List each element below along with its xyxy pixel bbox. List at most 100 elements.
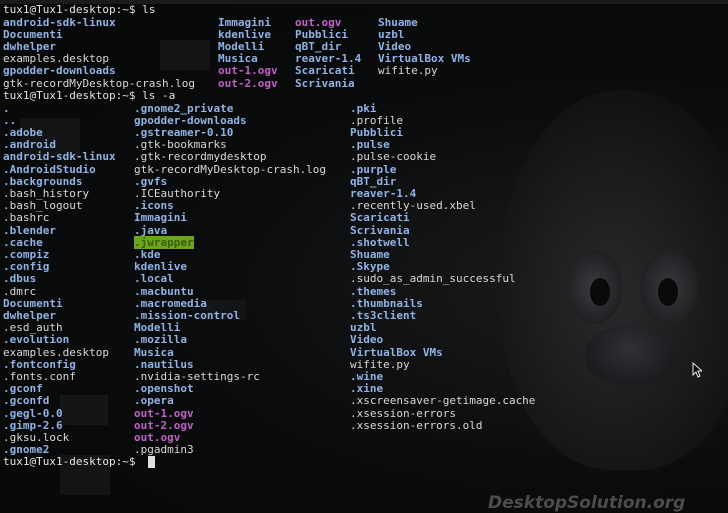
listing-entry: .gtk-bookmarks [134, 138, 227, 152]
listing-entry: .xsession-errors.old [350, 418, 483, 432]
listing-row: gtk-recordMyDesktop-crash.log [3, 76, 196, 90]
listing-entry: .ICEauthority [134, 186, 221, 200]
listing-entry: out-1.ogv [134, 406, 194, 420]
listing-entry: .android [3, 138, 56, 152]
listing-entry: kdenlive [218, 27, 271, 41]
listing-entry: .opera [134, 394, 174, 408]
listing-entry: .jwrapper [134, 235, 194, 249]
listing-entry: .gvfs [134, 174, 168, 188]
listing-entry: .backgrounds [3, 174, 83, 188]
listing-entry: .shotwell [350, 235, 410, 249]
prompt: tux1@Tux1-desktop:~$ [3, 3, 143, 16]
command: ls -a [142, 89, 176, 102]
listing-entry: VirtualBox VMs [378, 52, 471, 66]
listing-entry: reaver-1.4 [350, 186, 417, 200]
terminal-output[interactable]: tux1@Tux1-desktop:~$ ls android-sdk-linu… [0, 0, 728, 513]
listing-row: out-2.ogv [218, 76, 278, 90]
listing-entry: Scrivania [295, 76, 355, 90]
listing-entry: dwhelper [3, 39, 56, 53]
listing-entry: .fontconfig [3, 357, 76, 371]
listing-entry: examples.desktop [3, 52, 109, 66]
arrow-cursor-icon [692, 362, 702, 378]
listing-entry: .nautilus [134, 357, 194, 371]
listing-entry: .local [134, 272, 174, 286]
listing-entry: Musica [134, 345, 174, 359]
listing-entry: examples.desktop [3, 345, 109, 359]
listing-entry: out.ogv [295, 15, 342, 29]
listing-entry: android-sdk-linux [3, 15, 116, 29]
listing-entry: .Skype [350, 260, 390, 274]
listing-entry: .purple [350, 162, 397, 176]
listing-entry: gtk-recordMyDesktop-crash.log [134, 162, 327, 176]
listing-entry: Pubblici [295, 27, 348, 41]
listing-entry: .gconfd [3, 394, 50, 408]
listing-entry: out-1.ogv [218, 64, 278, 78]
terminal-window[interactable]: DesktopSolution.org tux1@Tux1-desktop:~$… [0, 0, 728, 513]
prompt: tux1@Tux1-desktop:~$ [3, 455, 143, 468]
listing-entry: .AndroidStudio [3, 162, 96, 176]
text-cursor [148, 456, 155, 468]
listing-entry: .gimp-2.6 [3, 418, 63, 432]
listing-entry: .mission-control [134, 308, 240, 322]
listing-entry: Documenti [3, 27, 63, 41]
listing-entry: .kde [134, 247, 161, 261]
listing-entry: .evolution [3, 333, 70, 347]
listing-entry: reaver-1.4 [295, 52, 362, 66]
listing-entry: .themes [350, 284, 397, 298]
listing-entry: VirtualBox VMs [350, 345, 443, 359]
listing-entry: .pki [350, 101, 377, 115]
listing-entry: Modelli [218, 39, 265, 53]
listing-entry: Immagini [218, 15, 271, 29]
listing-entry: Video [350, 333, 384, 347]
listing-entry: .wine [350, 369, 384, 383]
listing-entry: .gtk-recordmydesktop [134, 150, 267, 164]
listing-entry: .gegl-0.0 [3, 406, 63, 420]
listing-entry: Scaricati [350, 211, 410, 225]
listing-entry: .gconf [3, 382, 43, 396]
listing-entry: wifite.py [378, 64, 438, 78]
listing-entry: out.ogv [134, 430, 181, 444]
listing-entry: out-2.ogv [134, 418, 194, 432]
prompt-line-1: tux1@Tux1-desktop:~$ ls [3, 3, 156, 16]
prompt-line-3[interactable]: tux1@Tux1-desktop:~$ [3, 455, 143, 468]
listing-entry: gpodder-downloads [134, 113, 247, 127]
listing-entry: .fonts.conf [3, 369, 76, 383]
listing-entry: qBT_dir [295, 39, 342, 53]
listing-entry: .. [3, 113, 17, 127]
listing-entry: uzbl [378, 27, 405, 41]
listing-entry: out-2.ogv [218, 76, 278, 90]
listing-entry: android-sdk-linux [3, 150, 116, 164]
listing-entry: Shuame [378, 15, 418, 29]
listing-row: wifite.py [378, 65, 438, 77]
listing-entry: Immagini [134, 211, 187, 225]
listing-entry: .icons [134, 199, 174, 213]
listing-entry: .macbuntu [134, 284, 194, 298]
listing-entry: .gksu.lock [3, 430, 70, 444]
listing-entry: .java [134, 223, 168, 237]
listing-entry: Modelli [134, 321, 181, 335]
listing-entry: gtk-recordMyDesktop-crash.log [3, 76, 196, 90]
listing-entry: .nvidia-settings-rc [134, 369, 260, 383]
prompt-line-2: tux1@Tux1-desktop:~$ ls -a [3, 89, 176, 102]
listing-entry: .bash_logout [3, 199, 83, 213]
listing-entry: .cache [3, 235, 43, 249]
listing-entry: .gnome2_private [134, 101, 234, 115]
listing-entry: .pulse-cookie [350, 150, 437, 164]
listing-entry: .sudo_as_admin_successful [350, 272, 516, 286]
listing-entry: .blender [3, 223, 56, 237]
listing-entry: gpodder-downloads [3, 64, 116, 78]
listing-entry: Musica [218, 52, 258, 66]
listing-entry: .gstreamer-0.10 [134, 125, 234, 139]
listing-entry: qBT_dir [350, 174, 397, 188]
listing-entry: .esd_auth [3, 321, 63, 335]
listing-row: Scrivania [295, 76, 355, 90]
listing-entry: .thumbnails [350, 296, 423, 310]
listing-entry: .ts3client [350, 308, 417, 322]
command: ls [142, 3, 156, 16]
listing-entry: .bash_history [3, 186, 90, 200]
listing-entry: kdenlive [134, 260, 187, 274]
listing-entry: Scaricati [295, 64, 355, 78]
listing-entry: .pulse [350, 138, 390, 152]
listing-entry: .macromedia [134, 296, 207, 310]
listing-entry: .compiz [3, 247, 50, 261]
